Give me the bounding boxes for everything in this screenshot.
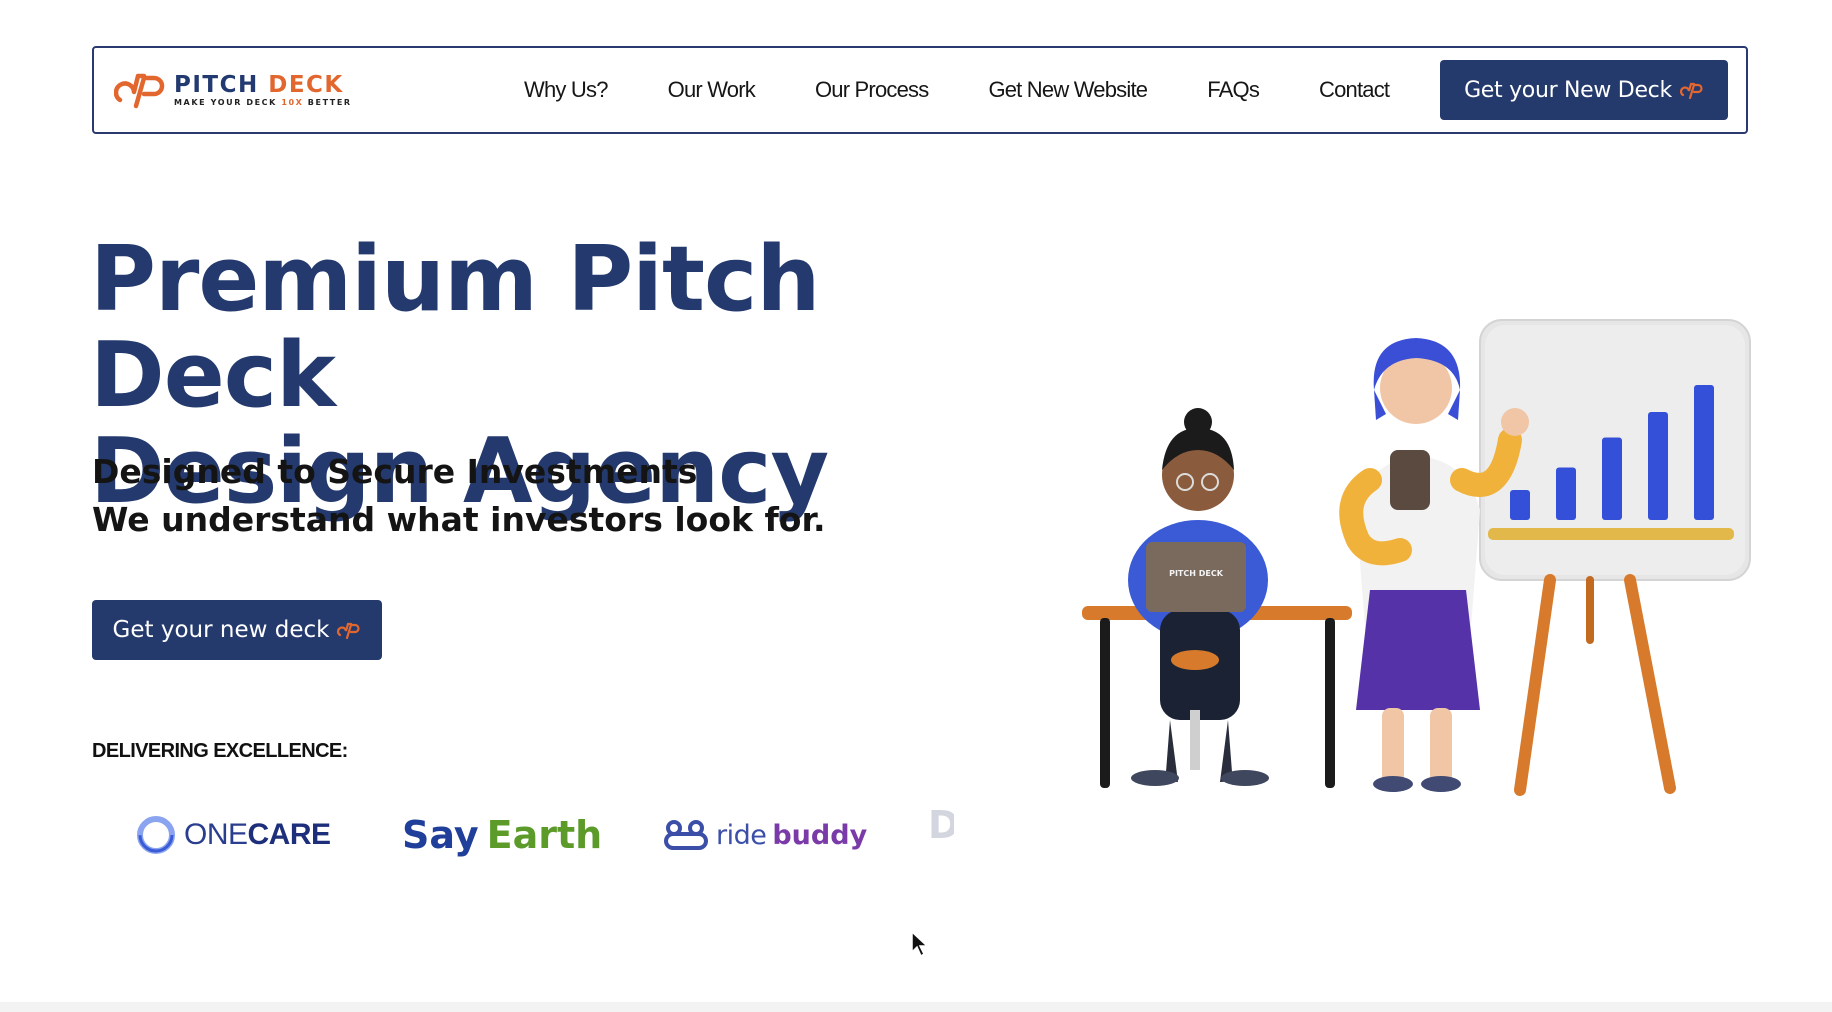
hero-subtitle-2: We understand what investors look for. bbox=[92, 500, 826, 539]
nav-link-our-process[interactable]: Our Process bbox=[815, 77, 929, 103]
get-your-new-deck-button[interactable]: Get your new deck bbox=[92, 600, 382, 660]
board-bar bbox=[1648, 412, 1668, 520]
hero-cta-label: Get your new deck bbox=[112, 617, 330, 643]
onecare-ring-icon bbox=[137, 816, 175, 854]
pitch-deck-mini-logo-icon bbox=[337, 622, 361, 639]
delivering-excellence-heading: DELIVERING EXCELLENCE: bbox=[92, 740, 348, 762]
nav-link-get-new-website[interactable]: Get New Website bbox=[988, 77, 1148, 103]
top-navbar: PITCH DECK MAKE YOUR DECK 10X BETTER Why… bbox=[92, 46, 1748, 134]
client-logo-sayearth: Say Earth bbox=[402, 805, 602, 865]
ridebuddy-word-ride: ride bbox=[716, 819, 767, 851]
partial-logo-letter: D bbox=[928, 805, 954, 845]
logo-word-deck: DECK bbox=[268, 72, 344, 98]
hero-illustration: PITCH DECK bbox=[1082, 319, 1751, 796]
board-bar bbox=[1510, 490, 1530, 520]
get-new-deck-label: Get your New Deck bbox=[1464, 77, 1672, 103]
logo-wordmark: PITCH DECK bbox=[174, 73, 352, 97]
client-logo-strip: ONECARE Say Earth ride buddy D bbox=[130, 805, 960, 865]
presentation-board bbox=[1479, 319, 1751, 796]
page-bottom-band bbox=[0, 1002, 1832, 1012]
nav-link-our-work[interactable]: Our Work bbox=[668, 77, 756, 103]
onecare-word-one: ONE bbox=[184, 818, 248, 851]
nav-link-faqs[interactable]: FAQs bbox=[1207, 77, 1260, 103]
hero-subtitle-1: Designed to Secure Investments bbox=[92, 452, 698, 491]
nav-link-why-us[interactable]: Why Us? bbox=[524, 77, 608, 103]
board-bar bbox=[1556, 467, 1576, 520]
nav-link-contact[interactable]: Contact bbox=[1319, 77, 1390, 103]
tagline-start: MAKE YOUR DECK bbox=[174, 98, 282, 107]
onecare-word-care: CARE bbox=[247, 818, 332, 851]
laptop-pitch-deck-label: PITCH DECK bbox=[1169, 569, 1224, 578]
get-new-deck-button[interactable]: Get your New Deck bbox=[1440, 60, 1728, 120]
pitch-deck-mini-logo-icon bbox=[1679, 82, 1703, 99]
mouse-cursor-icon bbox=[911, 930, 929, 958]
tagline-accent: 10X bbox=[281, 98, 304, 107]
ridebuddy-word-buddy: buddy bbox=[772, 819, 868, 851]
client-logo-ridebuddy: ride buddy bbox=[662, 805, 867, 865]
chain-links-icon bbox=[664, 820, 708, 850]
pitch-deck-logo[interactable]: PITCH DECK MAKE YOUR DECK 10X BETTER bbox=[114, 68, 354, 112]
tagline-end: BETTER bbox=[303, 98, 352, 107]
board-bar bbox=[1694, 385, 1714, 520]
board-bar bbox=[1602, 437, 1622, 520]
logo-word-pitch: PITCH bbox=[174, 72, 259, 98]
client-logo-onecare: ONECARE bbox=[136, 805, 331, 865]
logo-tagline: MAKE YOUR DECK 10X BETTER bbox=[174, 98, 352, 107]
sayearth-word-earth: Earth bbox=[486, 813, 603, 857]
pitch-deck-logo-mark-icon bbox=[114, 73, 165, 109]
main-menu: Why Us? Our Work Our Process Get New Web… bbox=[524, 48, 1390, 132]
sayearth-word-say: Say bbox=[402, 813, 479, 857]
client-logo-partial: D bbox=[928, 805, 954, 845]
seated-man-character: PITCH DECK bbox=[1128, 408, 1269, 786]
hero-title-line-1: Premium Pitch Deck bbox=[90, 227, 820, 428]
